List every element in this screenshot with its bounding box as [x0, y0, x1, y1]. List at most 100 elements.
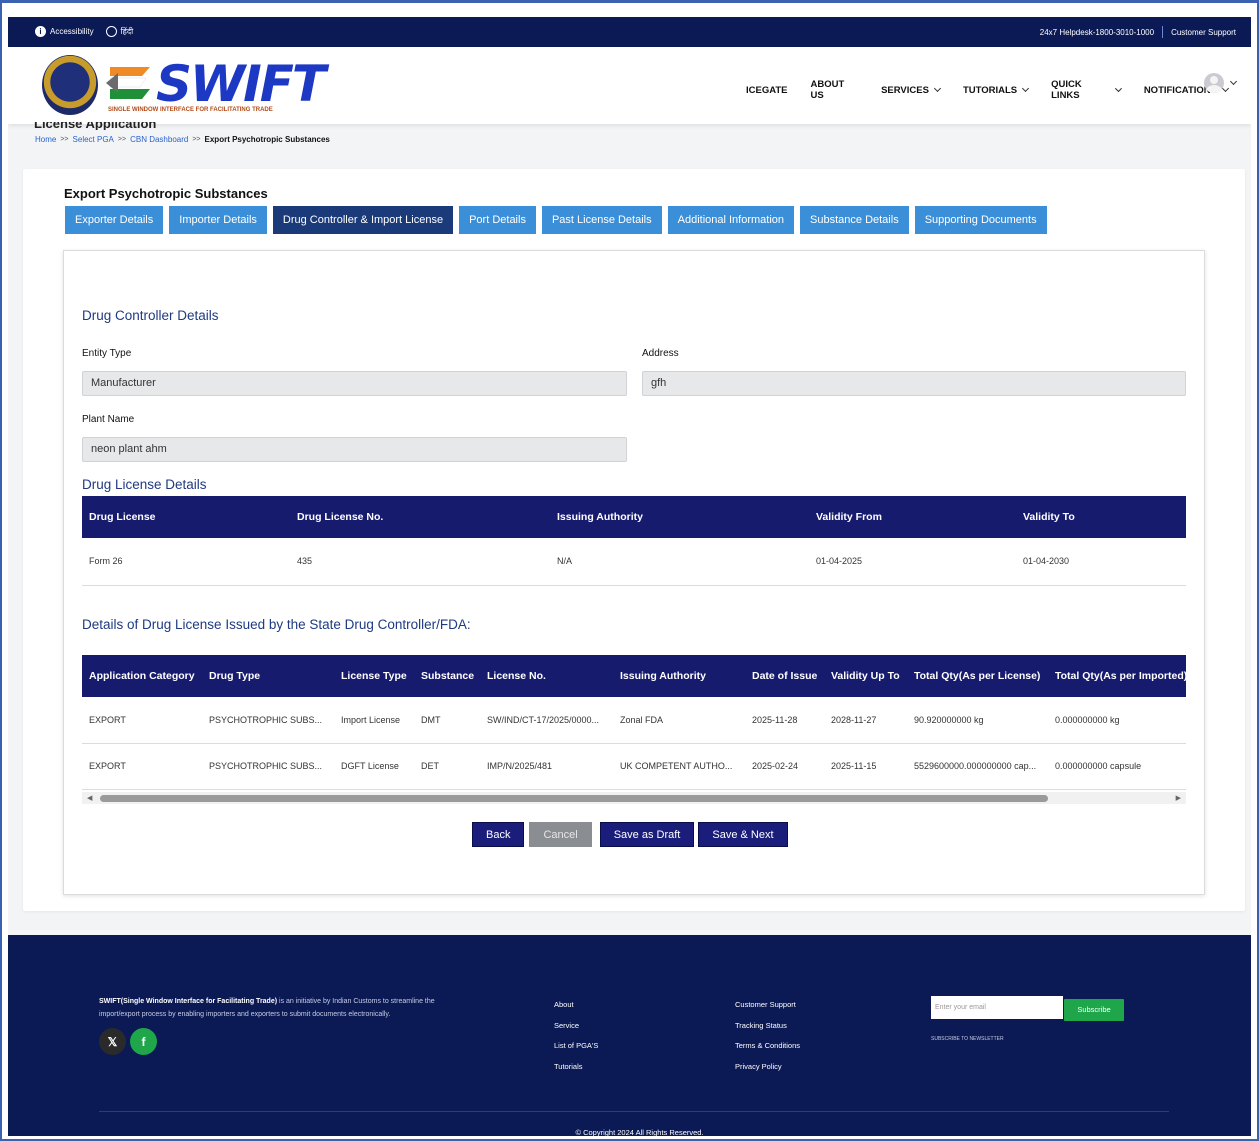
table-cell: Import License: [334, 697, 414, 744]
site-footer: SWIFT(Single Window Interface for Facili…: [8, 935, 1251, 1136]
table-cell: 2028-11-27: [824, 697, 907, 744]
divider: [1162, 26, 1164, 38]
breadcrumb-separator: >>: [192, 136, 201, 143]
scroll-right-icon[interactable]: ▶: [1176, 794, 1181, 802]
flag-arrow-icon: [106, 67, 150, 99]
footer-desc-bold: SWIFT(Single Window Interface for Facili…: [99, 998, 278, 1005]
scroll-left-icon[interactable]: ◀: [87, 794, 92, 802]
column-header: Date of Issue: [745, 655, 824, 697]
table-row: Form 26 435 N/A 01-04-2025 01-04-2030: [82, 538, 1186, 586]
subscribe-button[interactable]: Subscribe: [1064, 999, 1124, 1021]
column-header: Application Category: [82, 655, 202, 697]
tab-importer-details[interactable]: Importer Details: [169, 206, 267, 234]
tab-substance-details[interactable]: Substance Details: [800, 206, 909, 234]
nav-services[interactable]: SERVICES: [881, 79, 941, 101]
tab-supporting-documents[interactable]: Supporting Documents: [914, 206, 1047, 234]
section-title-drug-controller: Drug Controller Details: [82, 308, 219, 323]
table-cell: 2025-11-15: [824, 743, 907, 790]
footer-link-about[interactable]: About: [554, 995, 598, 1016]
customer-support-link[interactable]: Customer Support: [1171, 28, 1236, 37]
breadcrumb-select-pga[interactable]: Select PGA: [73, 135, 114, 144]
nav-label: SERVICES: [881, 84, 929, 96]
table-row: EXPORT PSYCHOTROPHIC SUBS... DGFT Licens…: [82, 743, 1186, 790]
government-emblem-logo: [42, 55, 98, 115]
nav-label: ABOUT US: [810, 79, 845, 101]
chevron-down-icon: [1229, 77, 1238, 86]
logo-subtitle: SINGLE WINDOW INTERFACE FOR FACILITATING…: [108, 107, 273, 113]
table-cell: DGFT License: [334, 743, 414, 790]
accessibility-icon: i: [35, 26, 46, 37]
nav-quick-links[interactable]: QUICK LINKS: [1051, 79, 1122, 101]
table-cell: 5529600000.000000000 cap...: [907, 743, 1048, 790]
facebook-icon[interactable]: f: [130, 1028, 157, 1055]
save-next-button[interactable]: Save & Next: [698, 822, 788, 847]
horizontal-scrollbar[interactable]: ◀ ▶: [82, 792, 1186, 804]
back-button[interactable]: Back: [472, 822, 525, 847]
table-header-row: Drug License Drug License No. Issuing Au…: [82, 496, 1186, 538]
user-menu[interactable]: [1204, 73, 1238, 93]
avatar: [1204, 73, 1224, 93]
column-header: Substance: [414, 655, 480, 697]
table-cell: IMP/N/2025/481: [480, 743, 613, 790]
entity-type-field[interactable]: Manufacturer: [82, 371, 627, 396]
address-field[interactable]: gfh: [642, 371, 1186, 396]
breadcrumb-home[interactable]: Home: [35, 135, 56, 144]
table-cell: Zonal FDA: [613, 697, 745, 744]
newsletter-email-input[interactable]: Enter your email: [931, 996, 1063, 1019]
breadcrumb-separator: >>: [60, 136, 69, 143]
nav-icegate[interactable]: ICEGATE: [746, 79, 788, 101]
footer-link-service[interactable]: Service: [554, 1016, 598, 1037]
table-cell: 01-04-2025: [809, 538, 1016, 586]
state-license-table-scroller: Application Category Drug Type License T…: [82, 655, 1186, 805]
footer-links-col1: About Service List of PGA'S Tutorials: [554, 995, 598, 1077]
table-cell: DET: [414, 743, 480, 790]
page-title: License Application: [34, 122, 157, 130]
footer-link-privacy[interactable]: Privacy Policy: [735, 1057, 800, 1078]
tab-past-license-details[interactable]: Past License Details: [541, 206, 662, 234]
footer-link-tutorials[interactable]: Tutorials: [554, 1057, 598, 1078]
nav-label: ICEGATE: [746, 84, 788, 96]
table-row: EXPORT PSYCHOTROPHIC SUBS... Import Lice…: [82, 697, 1186, 744]
chevron-down-icon: [933, 84, 941, 93]
footer-link-tracking-status[interactable]: Tracking Status: [735, 1016, 800, 1037]
column-header: Drug License: [82, 496, 290, 538]
footer-link-pgas[interactable]: List of PGA'S: [554, 1036, 598, 1057]
copyright-text: © Copyright 2024 All Rights Reserved.: [575, 1128, 704, 1136]
form-panel: Drug Controller Details Entity Type Manu…: [63, 250, 1205, 895]
scroll-thumb[interactable]: [100, 795, 1048, 802]
footer-description: SWIFT(Single Window Interface for Facili…: [99, 995, 469, 1021]
cancel-button[interactable]: Cancel: [529, 822, 592, 847]
footer-link-terms[interactable]: Terms & Conditions: [735, 1036, 800, 1057]
footer-link-customer-support[interactable]: Customer Support: [735, 995, 800, 1016]
table-cell: PSYCHOTROPHIC SUBS...: [202, 743, 334, 790]
top-utility-bar: i Accessibility हिंदी 24x7 Helpdesk-1800…: [8, 17, 1251, 47]
nav-label: TUTORIALS: [962, 84, 1018, 96]
accessibility-label: Accessibility: [50, 27, 94, 36]
table-cell: 435: [290, 538, 550, 586]
table-cell: UK COMPETENT AUTHO...: [613, 743, 745, 790]
table-cell: 2025-02-24: [745, 743, 824, 790]
tab-drug-controller[interactable]: Drug Controller & Import License: [272, 206, 454, 234]
tab-exporter-details[interactable]: Exporter Details: [65, 206, 164, 234]
plant-name-field[interactable]: neon plant ahm: [82, 437, 627, 462]
language-link[interactable]: हिंदी: [105, 26, 133, 37]
column-header: Drug Type: [202, 655, 334, 697]
swift-logo[interactable]: SWIFT SINGLE WINDOW INTERFACE FOR FACILI…: [106, 55, 326, 119]
tab-port-details[interactable]: Port Details: [459, 206, 536, 234]
column-header: License Type: [334, 655, 414, 697]
logo-title: SWIFT: [156, 55, 326, 113]
column-header: Drug License No.: [290, 496, 550, 538]
column-header: Issuing Authority: [613, 655, 745, 697]
column-header: Validity Up To: [824, 655, 907, 697]
nav-label: QUICK LINKS: [1051, 79, 1082, 101]
tab-additional-information[interactable]: Additional Information: [667, 206, 795, 234]
nav-tutorials[interactable]: TUTORIALS: [962, 79, 1030, 101]
table-cell: 0.000000000 kg: [1048, 697, 1186, 744]
column-header: Issuing Authority: [550, 496, 809, 538]
nav-about-us[interactable]: ABOUT US: [811, 79, 859, 101]
accessibility-link[interactable]: i Accessibility: [35, 26, 94, 37]
breadcrumb-cbn-dashboard[interactable]: CBN Dashboard: [130, 135, 188, 144]
save-draft-button[interactable]: Save as Draft: [599, 822, 695, 847]
globe-icon: [105, 26, 117, 37]
x-twitter-icon[interactable]: 𝕏: [99, 1028, 126, 1055]
